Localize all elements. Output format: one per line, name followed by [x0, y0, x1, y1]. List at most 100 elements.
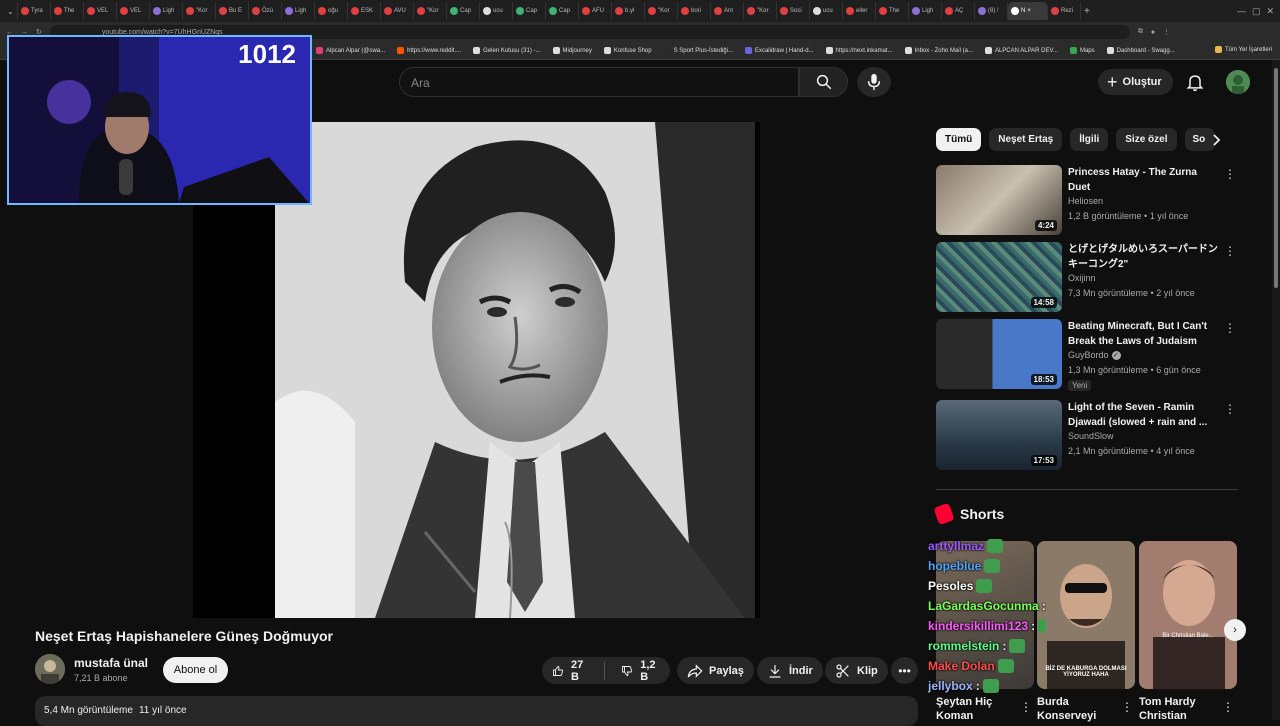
profile-icon[interactable]: ● — [1151, 29, 1155, 36]
browser-tab[interactable]: Cap — [513, 2, 546, 20]
bookmark-item[interactable]: Alpcan Alpar (@swa... — [316, 47, 385, 54]
browser-tab[interactable]: "Kor — [183, 2, 216, 20]
account-avatar[interactable] — [1226, 70, 1250, 94]
recommendation-more-icon[interactable]: ⋮ — [1224, 167, 1236, 181]
browser-tab[interactable]: AVU — [381, 2, 414, 20]
recommendation-thumbnail[interactable]: 14:58 — [936, 242, 1062, 312]
scrollbar-thumb[interactable] — [1274, 68, 1278, 288]
recommendation-thumbnail[interactable]: 17:53 — [936, 400, 1062, 470]
browser-tab[interactable]: Özü — [249, 2, 282, 20]
share-button[interactable]: Paylaş — [677, 657, 754, 684]
browser-tab[interactable]: Ligh — [150, 2, 183, 20]
extensions-icon[interactable]: ⧉ — [1138, 28, 1143, 36]
new-tab-button[interactable]: + — [1081, 2, 1114, 20]
tab-list-button[interactable]: ⌄ — [4, 2, 18, 20]
close-window-icon[interactable]: ✕ — [1266, 6, 1274, 17]
recommendation-item[interactable]: 17:53 Light of the Seven - Ramin Djawadi … — [936, 400, 1236, 472]
tab-active-youtube[interactable]: N × — [1008, 2, 1048, 20]
browser-tab[interactable]: "Kor — [645, 2, 678, 20]
maximize-icon[interactable]: ▢ — [1252, 6, 1261, 17]
browser-tab[interactable]: Cap — [447, 2, 480, 20]
browser-tab[interactable]: eller — [843, 2, 876, 20]
recommendation-thumbnail[interactable]: 4:24 — [936, 165, 1062, 235]
page-scrollbar[interactable] — [1272, 60, 1280, 720]
clip-button[interactable]: Klip — [825, 657, 888, 684]
subscribe-button[interactable]: Abone ol — [163, 657, 228, 683]
shorts-next-button[interactable]: › — [1224, 619, 1246, 641]
all-bookmarks-folder[interactable]: Tüm Yer İşaretleri — [1214, 46, 1272, 53]
chips-next-button[interactable] — [1206, 130, 1226, 150]
bookmark-item[interactable]: ALPCAN ALPAR DEV... — [984, 47, 1058, 54]
short-card-2[interactable]: BİZ DE KABURGA DOLMASI YİYORUZ HAHA — [1037, 541, 1135, 689]
recommendation-channel[interactable]: SoundSlow — [1068, 431, 1114, 441]
bookmark-item[interactable]: https://www.reddit.... — [397, 47, 461, 54]
chip-size-özel[interactable]: Size özel — [1116, 128, 1177, 151]
recommendation-more-icon[interactable]: ⋮ — [1224, 402, 1236, 416]
more-actions-button[interactable]: ••• — [891, 657, 918, 684]
browser-tab[interactable]: ucu — [810, 2, 843, 20]
chip-i-lgili[interactable]: İlgili — [1070, 128, 1109, 151]
notifications-bell-icon[interactable] — [1185, 72, 1205, 92]
like-button[interactable]: 27 B — [542, 657, 598, 684]
recommendation-item[interactable]: 18:53 Beating Minecraft, But I Can't Brea… — [936, 319, 1236, 391]
short-2-more-icon[interactable]: ⋮ — [1121, 700, 1133, 714]
channel-avatar[interactable] — [35, 654, 65, 684]
short-3-title[interactable]: Tom Hardy Christian — [1139, 695, 1219, 723]
recommendation-channel[interactable]: GuyBordo ✓ — [1068, 350, 1121, 360]
browser-tab[interactable]: AFU — [579, 2, 612, 20]
browser-tab[interactable]: Soci — [777, 2, 810, 20]
browser-tab[interactable]: oğu — [315, 2, 348, 20]
browser-tab[interactable]: Ant — [711, 2, 744, 20]
short-card-3[interactable]: Bir Christian Bale... — [1139, 541, 1237, 689]
browser-tab[interactable]: b.yl — [612, 2, 645, 20]
browser-tab[interactable]: Bu E — [216, 2, 249, 20]
channel-name[interactable]: mustafa ünal — [74, 656, 148, 670]
recommendation-title[interactable]: とげとげタルめいろスーパードンキーコング2" — [1068, 242, 1218, 272]
browser-tab[interactable]: ucu — [480, 2, 513, 20]
browser-tab[interactable]: The — [51, 2, 84, 20]
short-3-more-icon[interactable]: ⋮ — [1222, 700, 1234, 714]
browser-tab[interactable]: Cap — [546, 2, 579, 20]
browser-tab[interactable]: The — [876, 2, 909, 20]
browser-tab[interactable]: ESK — [348, 2, 381, 20]
recommendation-channel[interactable]: Heliosen — [1068, 196, 1103, 206]
recommendation-more-icon[interactable]: ⋮ — [1224, 244, 1236, 258]
tab-last[interactable]: Rezi — [1048, 2, 1081, 20]
bookmark-item[interactable]: Inbox - Zoho Mail (a... — [904, 47, 973, 54]
browser-tab[interactable]: (8) ! — [975, 2, 1008, 20]
browser-tab[interactable]: VEL — [84, 2, 117, 20]
bookmark-item[interactable]: Maps — [1069, 47, 1095, 54]
browser-tab[interactable]: AÇ — [942, 2, 975, 20]
short-2-title[interactable]: Burda Konserveyi — [1037, 695, 1117, 723]
browser-tab[interactable]: Ligh — [909, 2, 942, 20]
bookmark-item[interactable]: Dashboard - Swagg... — [1106, 47, 1175, 54]
bookmark-item[interactable]: Konfuse Shop — [603, 47, 652, 54]
browser-tab[interactable]: bori — [678, 2, 711, 20]
recommendation-title[interactable]: Light of the Seven - Ramin Djawadi (slow… — [1068, 400, 1218, 430]
browser-tab[interactable]: "Kor — [744, 2, 777, 20]
recommendation-title[interactable]: Princess Hatay - The Zurna Duet — [1068, 165, 1218, 195]
voice-search-button[interactable] — [857, 67, 891, 97]
search-input[interactable]: Ara — [399, 67, 799, 97]
bookmark-item[interactable]: Midjourney — [552, 47, 592, 54]
minimize-icon[interactable]: — — [1237, 6, 1246, 17]
bookmark-item[interactable]: S Sport Plus-İstediği... — [663, 47, 733, 54]
menu-icon[interactable]: ⋮ — [1163, 28, 1170, 36]
search-button[interactable] — [799, 67, 848, 97]
recommendation-item[interactable]: 14:58 とげとげタルめいろスーパードンキーコング2" Oxijinn 7,3 Mn… — [936, 242, 1236, 314]
description-box[interactable]: 5,4 Mn görüntüleme 11 yıl önce — [35, 696, 918, 726]
browser-tab[interactable]: VEL — [117, 2, 150, 20]
chip-neşet-ertaş[interactable]: Neşet Ertaş — [989, 128, 1063, 151]
recommendation-channel[interactable]: Oxijinn — [1068, 273, 1096, 283]
recommendation-item[interactable]: 4:24 Princess Hatay - The Zurna Duet Helio… — [936, 165, 1236, 237]
recommendation-thumbnail[interactable]: 18:53 — [936, 319, 1062, 389]
bookmark-item[interactable]: https://next.inkamat... — [825, 47, 893, 54]
browser-tab[interactable]: Ligh — [282, 2, 315, 20]
bookmark-item[interactable]: Excalidraw | Hand-d... — [744, 47, 814, 54]
download-button[interactable]: İndir — [757, 657, 823, 684]
dislike-button[interactable]: 1,2 B — [611, 657, 670, 684]
bookmark-item[interactable]: Gelen Kutusu (31) -... — [473, 47, 541, 54]
browser-tab[interactable]: Tyra — [18, 2, 51, 20]
recommendation-title[interactable]: Beating Minecraft, But I Can't Break the… — [1068, 319, 1218, 349]
browser-tab[interactable]: "Kor — [414, 2, 447, 20]
